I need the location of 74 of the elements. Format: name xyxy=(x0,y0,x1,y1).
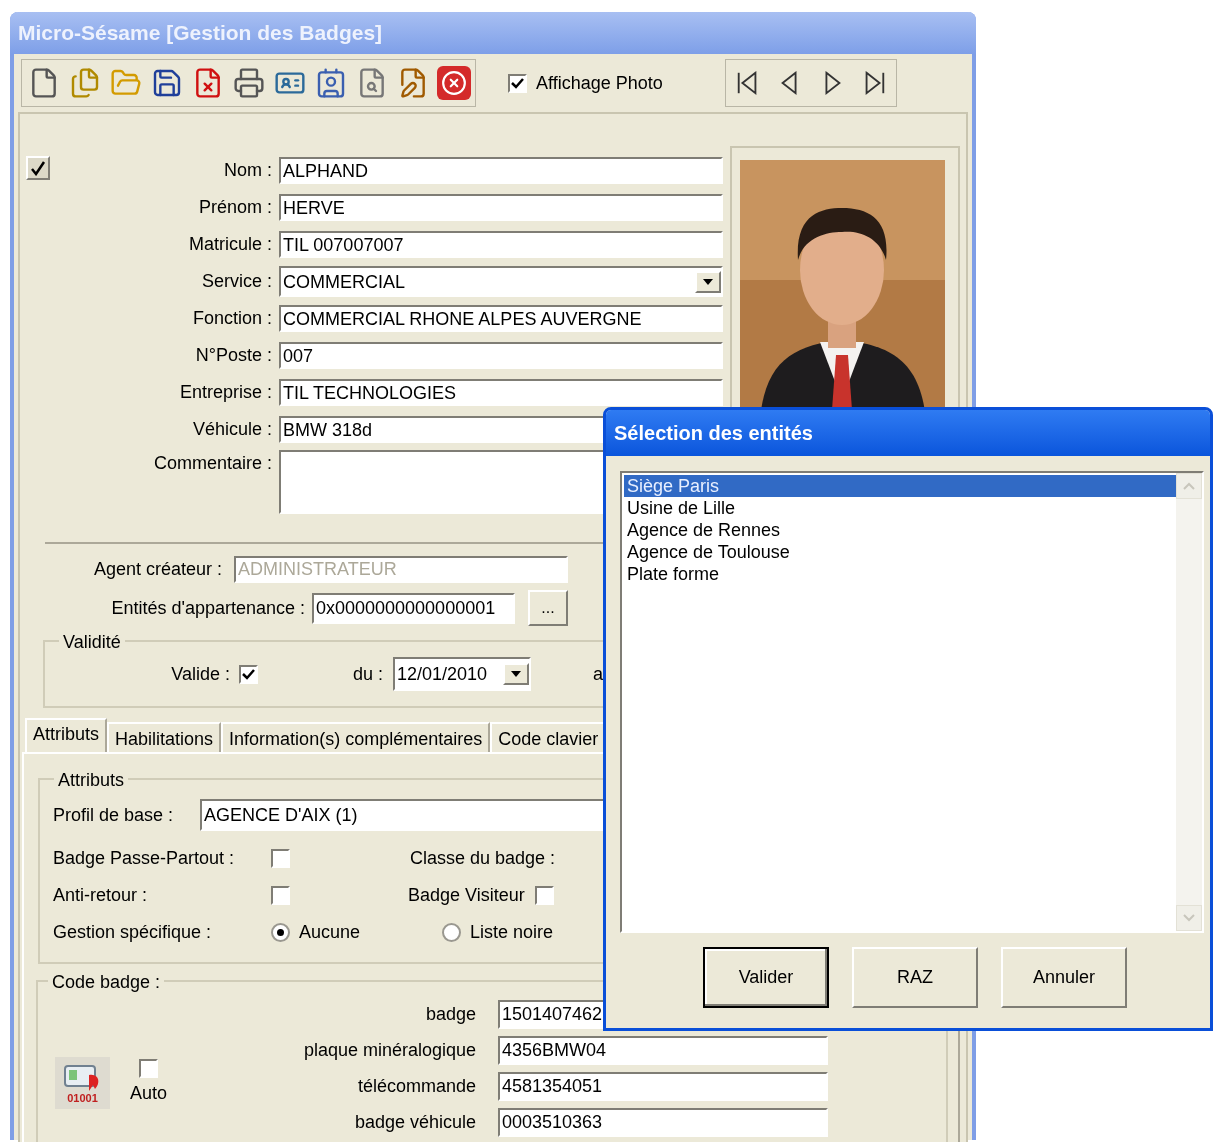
field-label: badge véhicule xyxy=(353,1110,476,1134)
checkmark-icon xyxy=(30,160,46,176)
checkmark-icon xyxy=(242,667,255,681)
down-caret-icon xyxy=(1183,914,1195,922)
field-label: a xyxy=(593,662,603,686)
field-label: Matricule : xyxy=(187,233,272,256)
field-label: Entreprise : xyxy=(178,381,272,404)
field-label: Anti-retour : xyxy=(53,883,149,907)
field-label: badge xyxy=(424,1002,476,1026)
checkbox[interactable] xyxy=(139,1059,158,1078)
field-label: Prénom : xyxy=(197,196,272,219)
tab[interactable]: Attributs xyxy=(25,718,108,752)
list-item[interactable]: Agence de Rennes xyxy=(624,519,1176,541)
input-field[interactable]: ALPHAND xyxy=(279,157,723,184)
field-label: télécommande xyxy=(356,1074,476,1098)
dropdown-arrow-button[interactable] xyxy=(695,270,721,293)
field-label: Valide : xyxy=(170,662,230,686)
browse-button[interactable]: ... xyxy=(528,590,568,626)
input-field[interactable]: 4581354051 xyxy=(498,1071,828,1101)
field-label: Nom : xyxy=(223,159,272,182)
caret-icon xyxy=(511,671,521,677)
input-field[interactable]: COMMERCIAL RHONE ALPES AUVERGNE xyxy=(279,305,723,332)
field-label: Commentaire : xyxy=(152,452,272,475)
list-item[interactable]: Plate forme xyxy=(624,563,1176,585)
field-label: N°Poste : xyxy=(194,344,272,367)
dropdown-arrow-button[interactable] xyxy=(503,663,529,685)
caret-icon xyxy=(703,278,713,285)
field-label: Fonction : xyxy=(191,307,272,330)
input-field[interactable]: TIL 007007007 xyxy=(279,231,723,258)
field-label: Badge Passe-Partout : xyxy=(53,846,236,870)
tab[interactable]: Information(s) complémentaires xyxy=(221,722,491,752)
checkbox[interactable] xyxy=(534,885,554,905)
checkbox[interactable] xyxy=(508,73,527,93)
input-field[interactable]: TIL TECHNOLOGIES xyxy=(279,379,723,406)
date-dropdown[interactable]: 12/01/2010 xyxy=(393,657,531,691)
dropdown[interactable]: COMMERCIAL xyxy=(279,266,723,297)
window-title: Micro-Sésame [Gestion des Badges] xyxy=(17,20,383,47)
tab[interactable]: Habilitations xyxy=(107,722,222,752)
checkmark-icon xyxy=(511,76,524,90)
dialog-button[interactable]: RAZ xyxy=(852,947,978,1008)
field-label: Entités d'appartenance : xyxy=(110,596,305,620)
list-item[interactable]: Siège Paris xyxy=(624,475,1176,497)
input-field[interactable]: 0003510363 xyxy=(498,1107,828,1137)
field-label: Agent créateur : xyxy=(92,557,222,581)
up-caret-icon xyxy=(1183,482,1195,490)
field-label: plaque minéralogique xyxy=(302,1038,476,1062)
field-label: du : xyxy=(351,662,383,686)
record-check-button[interactable] xyxy=(26,156,50,180)
close-icon xyxy=(436,66,471,100)
input-field[interactable]: 007 xyxy=(279,342,723,369)
input-field[interactable]: 0x0000000000000001 xyxy=(312,592,515,624)
input-field[interactable]: 4356BMW04 xyxy=(498,1035,828,1065)
field-label: Service : xyxy=(200,270,272,293)
field-label: Véhicule : xyxy=(191,418,272,441)
checkbox[interactable] xyxy=(239,664,258,684)
list-item[interactable]: Agence de Toulouse xyxy=(624,541,1176,563)
dialog-button[interactable]: Annuler xyxy=(1001,947,1127,1008)
checkbox[interactable] xyxy=(271,848,290,868)
field-label: Badge Visiteur xyxy=(408,883,525,907)
input-field[interactable]: HERVE xyxy=(279,194,723,221)
dialog-button[interactable]: Valider xyxy=(703,947,829,1008)
radio-label: Aucune xyxy=(299,920,361,944)
field-label: Profil de base : xyxy=(53,803,175,827)
checkbox-label: Auto xyxy=(130,1082,168,1105)
radio-button[interactable] xyxy=(442,922,461,942)
radio-button[interactable] xyxy=(271,922,290,942)
checkbox-label: Affichage Photo xyxy=(536,71,663,95)
field-label: Classe du badge : xyxy=(410,846,556,870)
printer-icon xyxy=(232,67,265,99)
icon-caption: 01001 xyxy=(67,1092,98,1104)
list-item[interactable]: Usine de Lille xyxy=(624,497,1176,519)
field-label: Gestion spécifique : xyxy=(53,920,213,944)
checkbox[interactable] xyxy=(271,885,290,905)
radio-label: Liste noire xyxy=(470,920,554,944)
